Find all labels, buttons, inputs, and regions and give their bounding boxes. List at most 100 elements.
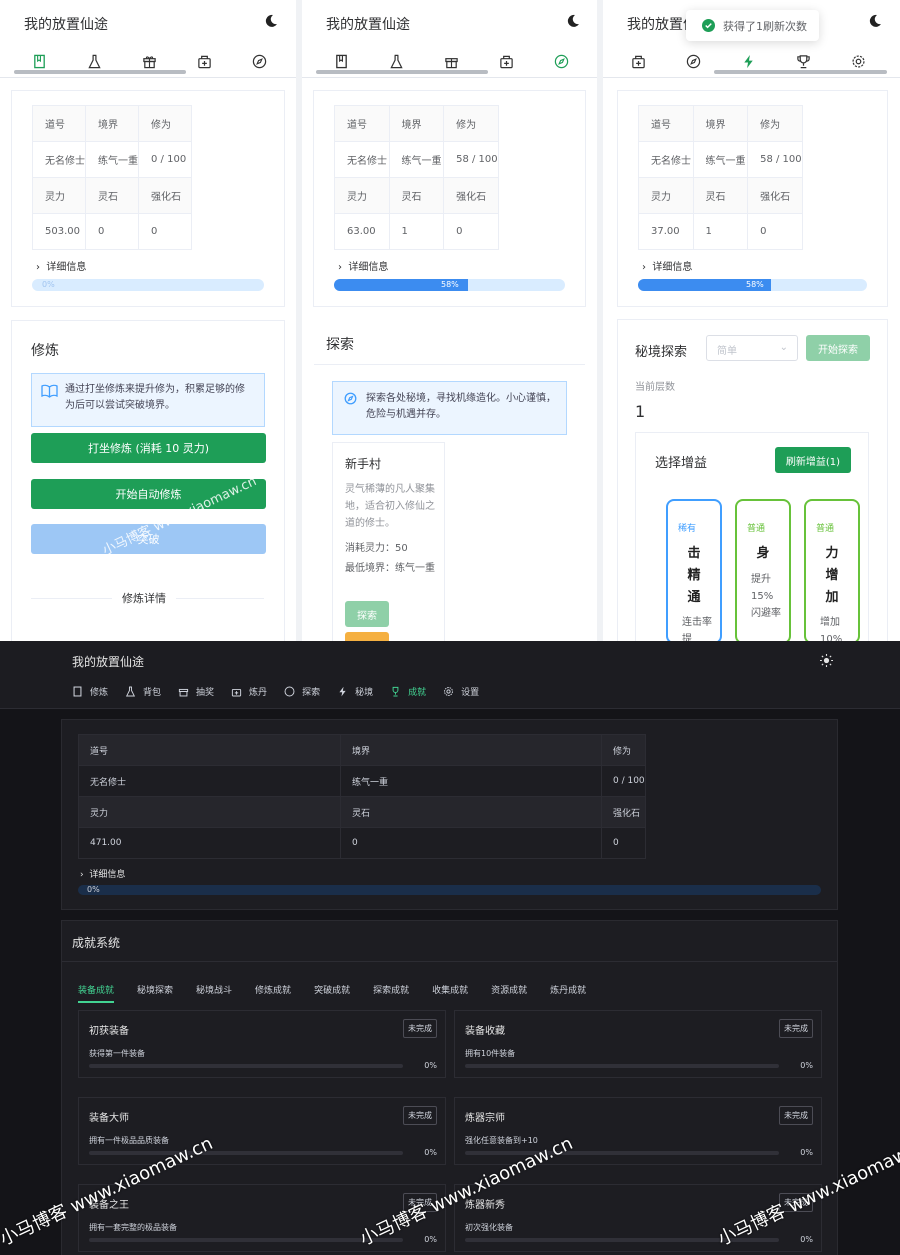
location-min-realm: 最低境界：练气一重: [345, 563, 435, 574]
tab-secret-explore[interactable]: 秘境探索: [137, 983, 173, 1003]
achievement-item: 初获装备 获得第一件装备 未完成 0%: [78, 1010, 446, 1078]
stats-card: 道号 境界 修为 无名修士 练气一重 0 / 100 灵力 灵石 强化石 503.00 0 0 …: [11, 90, 285, 307]
nav-scrollbar[interactable]: [316, 70, 488, 74]
lightning-icon: [339, 686, 346, 697]
explore-button[interactable]: 探索: [345, 601, 389, 627]
nav-secret-realm[interactable]: 秘境: [337, 685, 373, 698]
detail-toggle[interactable]: › 详细信息: [36, 258, 86, 273]
nav-bag[interactable]: [67, 50, 122, 72]
moon-icon[interactable]: [868, 14, 882, 28]
nav-alchemy[interactable]: [479, 50, 534, 72]
nav-bag[interactable]: 背包: [125, 685, 161, 698]
divider: [314, 364, 585, 365]
explore-title: 探索: [326, 337, 354, 353]
moon-icon[interactable]: [566, 14, 580, 28]
buff-option-2[interactable]: 普通身提升15%闪避率: [735, 499, 791, 641]
header-divider: [0, 77, 296, 78]
medkit-icon: [198, 55, 211, 68]
sun-icon[interactable]: [820, 654, 833, 667]
floor-label: 当前层数: [635, 382, 675, 393]
nav-cultivate[interactable]: [314, 50, 369, 72]
tab-breakthrough[interactable]: 突破成就: [314, 983, 350, 1003]
flask-icon: [125, 686, 136, 697]
book-icon: [34, 54, 45, 68]
achievement-progress: [89, 1064, 403, 1068]
book-icon: [73, 686, 82, 697]
nav-explore[interactable]: [232, 50, 287, 72]
nav-alchemy[interactable]: [177, 50, 232, 72]
cultivate-details-label: 修炼详情: [112, 590, 176, 606]
nav-gift[interactable]: [122, 50, 177, 72]
open-book-icon: [41, 384, 58, 398]
tab-cultivate[interactable]: 修炼成就: [255, 983, 291, 1003]
panel-secret-realm: 我的放置仙途 获得了1刷新次数 道号 境界 修为 无名修士 练气一重 58 / 100 …: [603, 0, 900, 641]
chevron-down-icon: ⌄: [779, 342, 788, 353]
tab-explore[interactable]: 探索成就: [373, 983, 409, 1003]
extra-button[interactable]: [345, 632, 389, 641]
nav-achievement[interactable]: 成就: [390, 685, 426, 698]
header-divider: [603, 77, 900, 78]
buff-option-3[interactable]: 普通 力增加 增加10%: [804, 499, 860, 641]
tab-collect[interactable]: 收集成就: [432, 983, 468, 1003]
app-title: 我的放置仙途: [326, 17, 410, 33]
nav-secret-realm[interactable]: [721, 50, 776, 72]
detail-toggle[interactable]: › 详细信息: [80, 867, 125, 880]
medkit-icon: [231, 688, 242, 697]
stats-table: 道号 境界 修为 无名修士 练气一重 0 / 100 灵力 灵石 强化石 503.00 0 0: [32, 105, 193, 250]
difficulty-select[interactable]: 简单 ⌄: [706, 335, 798, 361]
medkit-icon: [500, 55, 513, 68]
gift-icon: [178, 688, 189, 697]
nav-explore[interactable]: [666, 50, 721, 72]
nav-cultivate[interactable]: [12, 50, 67, 72]
tab-resource[interactable]: 资源成就: [491, 983, 527, 1003]
start-explore-button[interactable]: 开始探索: [806, 335, 870, 361]
detail-toggle[interactable]: › 详细信息: [338, 258, 388, 273]
refresh-buff-button[interactable]: 刷新增益(1): [775, 447, 851, 473]
compass-icon: [686, 54, 701, 68]
explore-info: 探索各处秘境，寻找机缘造化。小心谨慎，危险与机遇并存。: [332, 381, 567, 435]
achievement-item: 装备大师 拥有一件极品品质装备 未完成 0%: [78, 1097, 446, 1165]
buff-option-1[interactable]: 稀有 击精通 连击率提: [666, 499, 722, 641]
status-badge: 未完成: [403, 1019, 437, 1038]
nav-settings[interactable]: 设置: [443, 685, 479, 698]
tab-alchemy[interactable]: 炼丹成就: [550, 983, 586, 1003]
achievement-tabs: 装备成就 秘境探索 秘境战斗 修炼成就 突破成就 探索成就 收集成就 资源成就 …: [78, 983, 609, 1003]
nav-explore[interactable]: 探索: [284, 685, 320, 698]
achievement-progress: [89, 1238, 403, 1242]
achievement-item: 装备收藏 拥有10件装备 未完成 0%: [454, 1010, 822, 1078]
nav-alchemy[interactable]: [611, 50, 666, 72]
trophy-icon: [797, 54, 810, 68]
compass-icon: [284, 686, 295, 697]
nav-alchemy[interactable]: 炼丹: [231, 685, 267, 698]
cultivation-progress: 0%: [32, 279, 264, 291]
screenshot: 我的放置仙途 道号 境界 修为 无名修士 练气一重 0 / 100 灵力 灵石 强化石 50…: [0, 0, 900, 1255]
location-desc: 灵气稀薄的凡人聚集地，适合初入修仙之道的修士。: [345, 484, 435, 529]
nav-settings[interactable]: [831, 50, 886, 72]
gift-icon: [445, 57, 458, 68]
stats-table: 道号 境界 修为 无名修士 练气一重 58 / 100 灵力 灵石 强化石 63.00 1 0: [334, 105, 499, 250]
compass-icon: [344, 392, 357, 405]
gift-icon: [143, 55, 156, 68]
nav-gift[interactable]: [424, 50, 479, 72]
dark-nav: 修炼 背包 抽奖 炼丹 探索 秘境 成就 设置: [72, 685, 496, 698]
nav-gift[interactable]: 抽奖: [178, 685, 214, 698]
cultivate-title: 修炼: [31, 343, 59, 359]
compass-icon: [252, 54, 267, 68]
divider: [62, 961, 837, 962]
nav-scrollbar[interactable]: [14, 70, 186, 74]
nav-achievement[interactable]: [776, 50, 831, 72]
stats-card: 道号 境界 修为 无名修士 练气一重 58 / 100 灵力 灵石 强化石 63.00 1 0 …: [313, 90, 586, 307]
tab-secret-battle[interactable]: 秘境战斗: [196, 983, 232, 1003]
cultivate-info: 通过打坐修炼来提升修为，积累足够的修为后可以尝试突破境界。: [31, 373, 265, 427]
meditate-button[interactable]: 打坐修炼 (消耗 10 灵力): [31, 433, 266, 463]
nav-explore[interactable]: [534, 50, 589, 72]
location-card: 新手村 灵气稀薄的凡人聚集地，适合初入修仙之道的修士。 消耗灵力：50 最低境界…: [332, 442, 445, 641]
nav-scrollbar[interactable]: [714, 70, 887, 74]
status-badge: 未完成: [403, 1106, 437, 1125]
moon-icon[interactable]: [264, 14, 278, 28]
nav-bag[interactable]: [369, 50, 424, 72]
nav-cultivate[interactable]: 修炼: [72, 685, 108, 698]
detail-toggle[interactable]: › 详细信息: [642, 258, 692, 273]
success-icon: [702, 19, 715, 32]
tab-equipment[interactable]: 装备成就: [78, 983, 115, 1003]
